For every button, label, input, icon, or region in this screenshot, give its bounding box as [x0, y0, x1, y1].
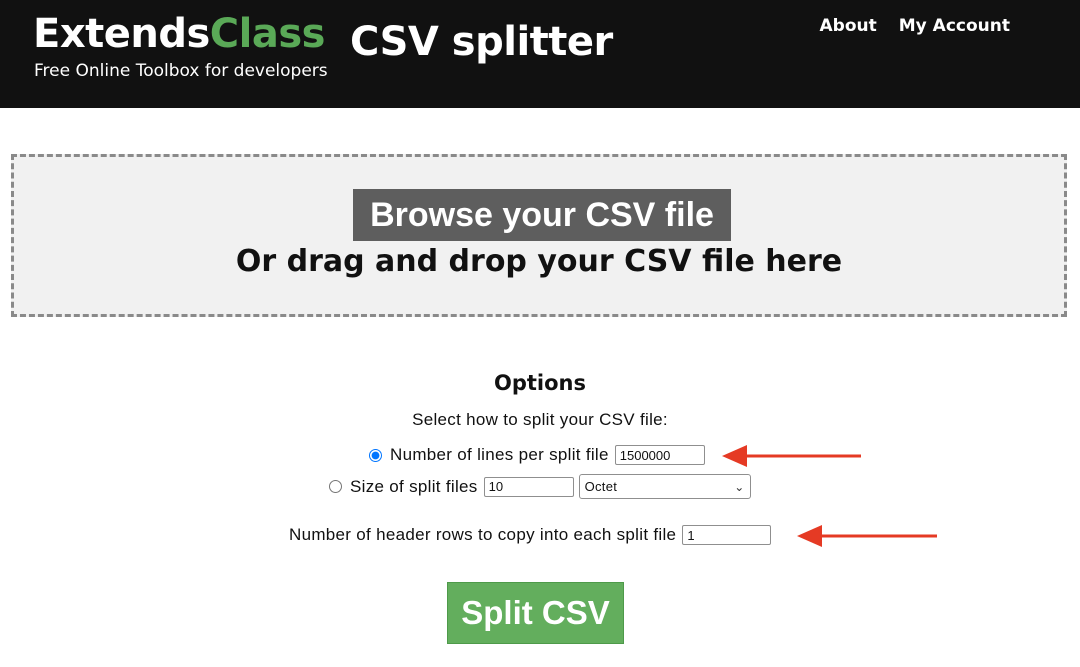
annotation-arrow-icon [722, 445, 861, 467]
options-heading: Options [494, 371, 586, 395]
drop-instructions: Or drag and drop your CSV file here [235, 244, 843, 279]
header-rows-row: Number of header rows to copy into each … [289, 525, 772, 545]
options-subtitle: Select how to split your CSV file: [412, 410, 668, 429]
split-size-input[interactable] [483, 476, 574, 497]
size-label: Size of split files [350, 476, 478, 496]
chevron-down-icon: ⌄ [734, 479, 745, 494]
lines-per-file-input[interactable] [614, 445, 705, 465]
annotation-arrow-icon [797, 525, 937, 547]
brand-accent: Class [209, 11, 326, 57]
file-dropzone[interactable]: Browse your CSV file Or drag and drop yo… [11, 154, 1067, 317]
nav-about-link[interactable]: About [820, 16, 877, 36]
lines-label: Number of lines per split file [390, 445, 609, 464]
brand-primary: Extends [33, 11, 210, 57]
brand-logo[interactable]: ExtendsClass [33, 14, 325, 54]
brand-tagline: Free Online Toolbox for developers [34, 61, 328, 81]
size-option-row: Size of split files Octet ⌄ [329, 474, 751, 499]
size-radio[interactable] [329, 480, 342, 493]
size-unit-select[interactable]: Octet ⌄ [578, 474, 751, 499]
size-unit-value: Octet [584, 479, 618, 494]
nav-my-account-link[interactable]: My Account [899, 16, 1010, 36]
header-rows-label: Number of header rows to copy into each … [289, 525, 677, 544]
header-rows-input[interactable] [682, 525, 772, 545]
browse-file-button[interactable]: Browse your CSV file [353, 189, 731, 241]
split-csv-button[interactable]: Split CSV [447, 582, 624, 644]
page-title: CSV splitter [350, 19, 613, 65]
site-header: ExtendsClass Free Online Toolbox for dev… [0, 0, 1080, 108]
lines-option-row: Number of lines per split file [369, 445, 705, 465]
top-nav: About My Account [820, 16, 1010, 36]
lines-radio[interactable] [369, 448, 382, 462]
